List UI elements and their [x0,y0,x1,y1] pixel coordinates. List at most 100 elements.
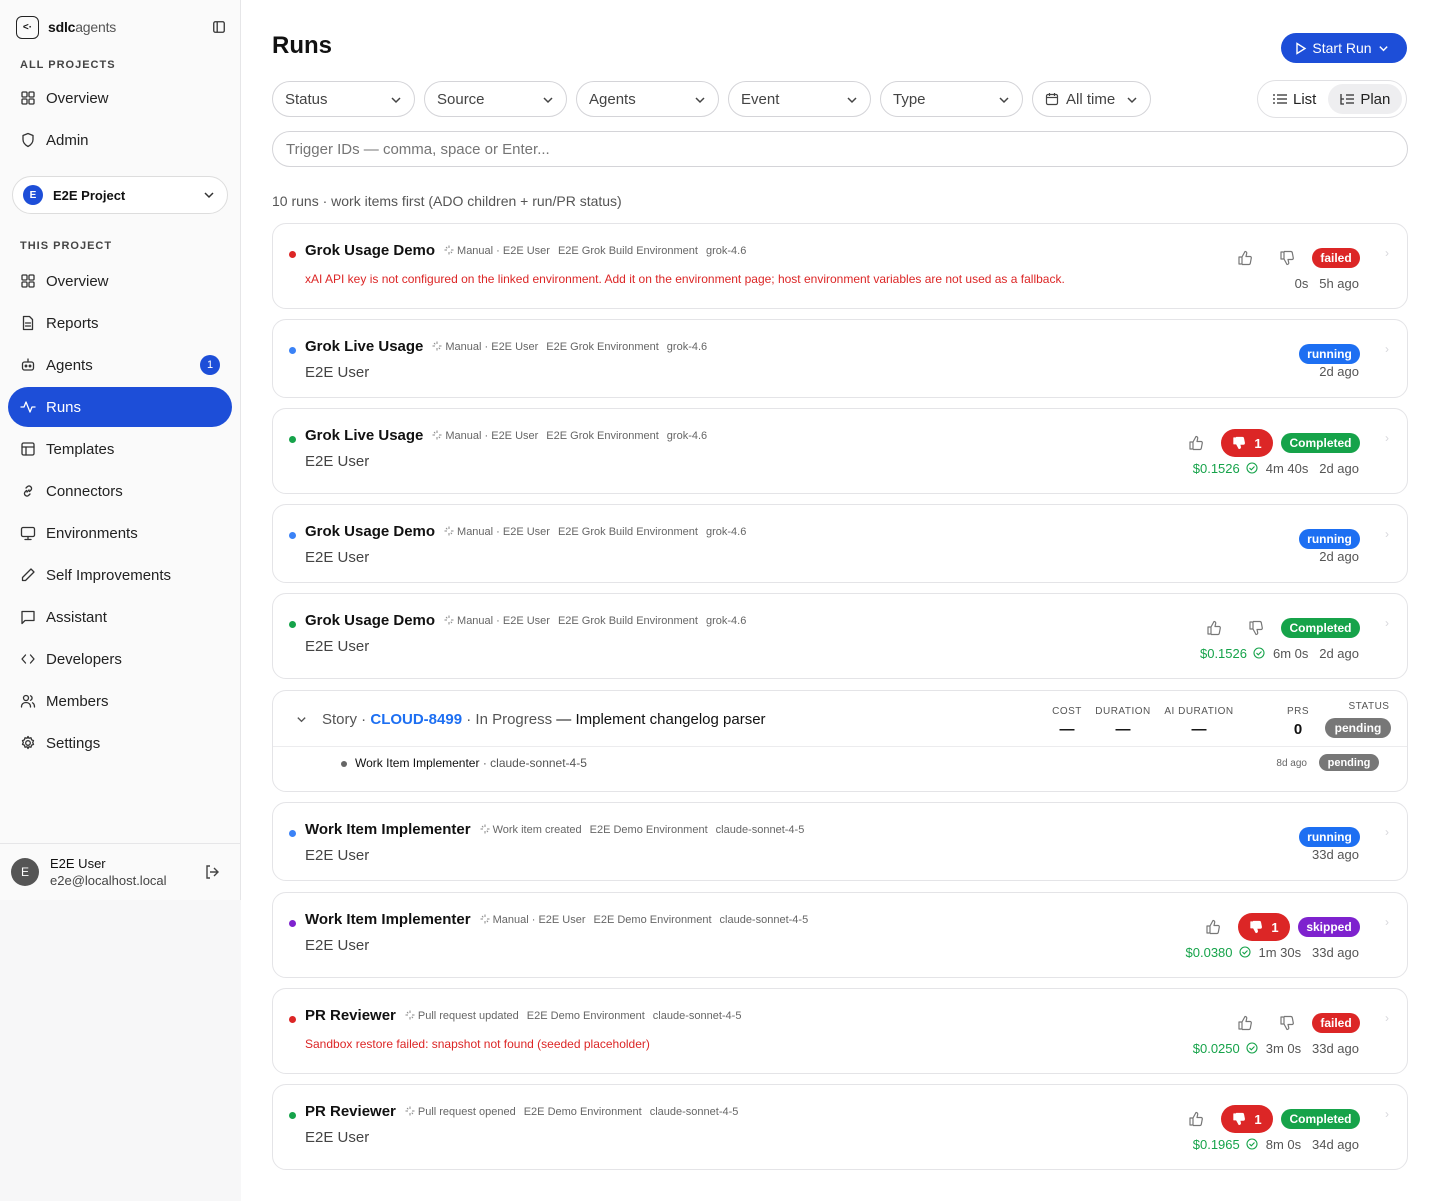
run-card[interactable]: PR Reviewer Pull request updated E2E Demo … [272,988,1408,1074]
thumbs-up-icon [1206,919,1220,935]
story-group: Story · CLOUD-8499 · In Progress — Imple… [272,690,1408,792]
sidebar-item-connectors[interactable]: Connectors [8,471,232,511]
sidebar-item-overview[interactable]: Overview [8,261,232,301]
thumbs-up-button[interactable] [1236,249,1254,267]
view-toggle: List Plan [1257,80,1407,118]
trigger-ids-input[interactable] [272,131,1408,167]
logout-icon[interactable] [204,864,220,880]
sidebar-item-templates[interactable]: Templates [8,429,232,469]
run-card[interactable]: Grok Live Usage Manual · E2E User E2E Grok… [272,319,1408,398]
filter-source[interactable]: Source [424,81,567,117]
chevron-right-icon[interactable]: › [1385,1107,1389,1121]
pen-icon [21,568,35,582]
chevron-right-icon[interactable]: › [1385,825,1389,839]
user-profile[interactable]: E E2E User e2e@localhost.local [0,843,240,900]
run-card[interactable]: Grok Usage Demo Manual · E2E User E2E Grok… [272,593,1408,679]
run-name[interactable]: Grok Usage Demo [305,242,435,259]
col-duration: DURATION [1095,706,1151,717]
run-name[interactable]: Work Item Implementer [305,821,471,838]
run-card[interactable]: Grok Usage Demo Manual · E2E User E2E Grok… [272,223,1408,309]
run-name[interactable]: Grok Live Usage [305,427,423,444]
sidebar-item-developers[interactable]: Developers [8,639,232,679]
chevron-down-icon[interactable] [296,714,307,725]
thumbs-up-button[interactable] [1236,1014,1254,1032]
run-model: claude-sonnet-4-5 [649,1106,739,1118]
thumbs-up-button[interactable] [1205,619,1223,637]
check-circle-icon [1238,946,1251,958]
thumbs-down-icon [1280,250,1294,266]
chevron-right-icon[interactable]: › [1385,527,1389,541]
thumbs-down-button[interactable] [1278,1014,1296,1032]
sidebar-item-runs[interactable]: Runs [8,387,232,427]
sidebar-item-reports[interactable]: Reports [8,303,232,343]
run-environment: E2E Grok Build Environment [557,615,698,627]
filter-status[interactable]: Status [272,81,415,117]
sidebar-item-members[interactable]: Members [8,681,232,721]
run-name[interactable]: Work Item Implementer [305,911,471,928]
run-name[interactable]: PR Reviewer [305,1103,396,1120]
project-avatar: E [23,185,43,205]
code-icon [21,654,35,664]
run-name[interactable]: Grok Live Usage [305,338,423,355]
logo-icon: <· [16,15,39,39]
negative-feedback-button[interactable]: 1 [1238,913,1290,941]
run-card[interactable]: PR Reviewer Pull request opened E2E Demo E… [272,1084,1408,1170]
run-source: Manual · E2E User [480,914,586,926]
chevron-right-icon[interactable]: › [1385,616,1389,630]
thumbs-down-button[interactable] [1278,249,1296,267]
run-card[interactable]: Grok Live Usage Manual · E2E User E2E Grok… [272,408,1408,494]
run-model: claude-sonnet-4-5 [719,914,809,926]
thumbs-up-button[interactable] [1187,1110,1205,1128]
filter-event[interactable]: Event [728,81,871,117]
trigger-icon [405,1010,415,1020]
run-name[interactable]: Grok Usage Demo [305,612,435,629]
run-card[interactable]: Work Item Implementer Manual · E2E User E2… [272,892,1408,978]
brand[interactable]: <· sdlcagents [16,14,228,40]
users-icon [20,694,36,708]
sidebar-item-settings[interactable]: Settings [8,723,232,763]
negative-feedback-button[interactable]: 1 [1221,429,1273,457]
time-filter[interactable]: All time [1032,81,1151,117]
negative-feedback-button[interactable]: 1 [1221,1105,1273,1133]
chat-icon [21,610,35,625]
chevron-right-icon[interactable]: › [1385,1011,1389,1025]
thumbs-up-button[interactable] [1204,918,1222,936]
chevron-right-icon[interactable]: › [1385,915,1389,929]
sidebar-item-assistant[interactable]: Assistant [8,597,232,637]
gear-icon [21,735,35,750]
thumbs-down-button[interactable] [1247,619,1265,637]
file-icon [22,315,34,331]
child-model: · claude-sonnet-4-5 [482,756,587,770]
run-model: grok-4.6 [666,430,708,442]
section-all-projects: ALL PROJECTS [20,59,116,71]
start-run-button[interactable]: Start Run [1281,33,1407,63]
trigger-icon [432,430,442,440]
story-header[interactable]: Story · CLOUD-8499 · In Progress — Imple… [273,691,1407,747]
run-name[interactable]: Grok Usage Demo [305,523,435,540]
status-dot [289,621,296,628]
sidebar-global-overview[interactable]: Overview [8,78,232,118]
sidebar-item-environments[interactable]: Environments [8,513,232,553]
sidebar-global-admin[interactable]: Admin [8,120,232,160]
sidebar-toggle-icon[interactable] [210,18,228,36]
view-plan-button[interactable]: Plan [1328,84,1403,114]
run-ago: 33d ago [1312,945,1359,960]
view-list-button[interactable]: List [1261,84,1328,114]
chevron-right-icon[interactable]: › [1385,431,1389,445]
filter-agents[interactable]: Agents [576,81,719,117]
chevron-right-icon[interactable]: › [1385,246,1389,260]
run-card[interactable]: Grok Usage Demo Manual · E2E User E2E Grok… [272,504,1408,583]
sidebar-item-agents[interactable]: Agents 1 [8,345,232,385]
run-source: Manual · E2E User [432,430,538,442]
user-email: e2e@localhost.local [50,873,167,888]
run-name[interactable]: PR Reviewer [305,1007,396,1024]
sidebar-item-self-improvements[interactable]: Self Improvements [8,555,232,595]
chevron-right-icon[interactable]: › [1385,342,1389,356]
project-selector[interactable]: E E2E Project [12,176,228,214]
run-model: grok-4.6 [705,615,747,627]
run-card[interactable]: Work Item Implementer Work item created E2… [272,802,1408,881]
story-key-link[interactable]: CLOUD-8499 [370,711,462,728]
filter-type[interactable]: Type [880,81,1023,117]
run-ago: 33d ago [1312,847,1359,862]
thumbs-up-button[interactable] [1187,434,1205,452]
